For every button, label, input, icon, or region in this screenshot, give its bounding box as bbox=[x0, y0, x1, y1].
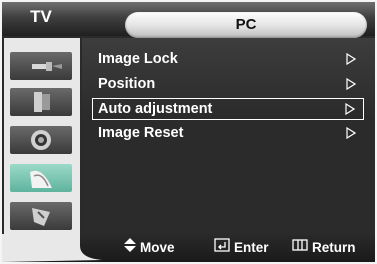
menu-item-label: Image Reset bbox=[98, 125, 184, 141]
return-icon bbox=[292, 234, 308, 262]
input-icon bbox=[32, 62, 62, 71]
menu-item-label: Image Lock bbox=[98, 51, 178, 67]
footer-enter-label: Enter bbox=[234, 240, 269, 255]
chevron-right-icon bbox=[346, 53, 356, 65]
picture-icon bbox=[34, 92, 50, 112]
sidebar-item-setup[interactable] bbox=[10, 164, 72, 192]
sidebar-item-pc[interactable] bbox=[10, 202, 72, 230]
pc-icon bbox=[32, 208, 50, 226]
sidebar-item-input[interactable] bbox=[10, 52, 72, 80]
menu-panel: Image Lock Position Auto adjustment Imag… bbox=[82, 38, 375, 234]
footer-return: Return bbox=[292, 234, 356, 262]
menu-item-position[interactable]: Position bbox=[92, 73, 364, 95]
menu-item-image-lock[interactable]: Image Lock bbox=[92, 48, 364, 70]
menu-item-image-reset[interactable]: Image Reset bbox=[92, 122, 364, 144]
menu-item-label: Position bbox=[98, 76, 156, 92]
chevron-right-icon bbox=[346, 78, 356, 90]
sidebar bbox=[4, 38, 80, 234]
source-label: TV bbox=[30, 7, 52, 26]
menu-title-pill: PC bbox=[125, 12, 367, 38]
footer-move-label: Move bbox=[140, 240, 175, 255]
osd-frame: TV PC Image Lock Position Auto adjustmen… bbox=[2, 2, 375, 262]
chevron-right-icon bbox=[345, 103, 355, 115]
sound-icon bbox=[31, 130, 51, 150]
move-updown-icon bbox=[124, 234, 136, 262]
menu-title: PC bbox=[235, 16, 257, 33]
header-bar: TV PC bbox=[2, 2, 375, 38]
setup-icon bbox=[30, 170, 52, 188]
footer-enter: Enter bbox=[214, 234, 269, 262]
footer-move: Move bbox=[124, 234, 175, 262]
footer-return-label: Return bbox=[312, 240, 356, 255]
menu-item-auto-adjustment[interactable]: Auto adjustment bbox=[92, 98, 364, 120]
sidebar-item-picture[interactable] bbox=[10, 88, 72, 116]
enter-icon bbox=[214, 234, 230, 262]
osd-menu: TV PC Image Lock Position Auto adjustmen… bbox=[0, 0, 377, 264]
footer-bar: Move Enter Return bbox=[2, 234, 375, 262]
sidebar-item-sound[interactable] bbox=[10, 126, 72, 154]
menu-item-label: Auto adjustment bbox=[98, 101, 213, 117]
chevron-right-icon bbox=[346, 127, 356, 139]
